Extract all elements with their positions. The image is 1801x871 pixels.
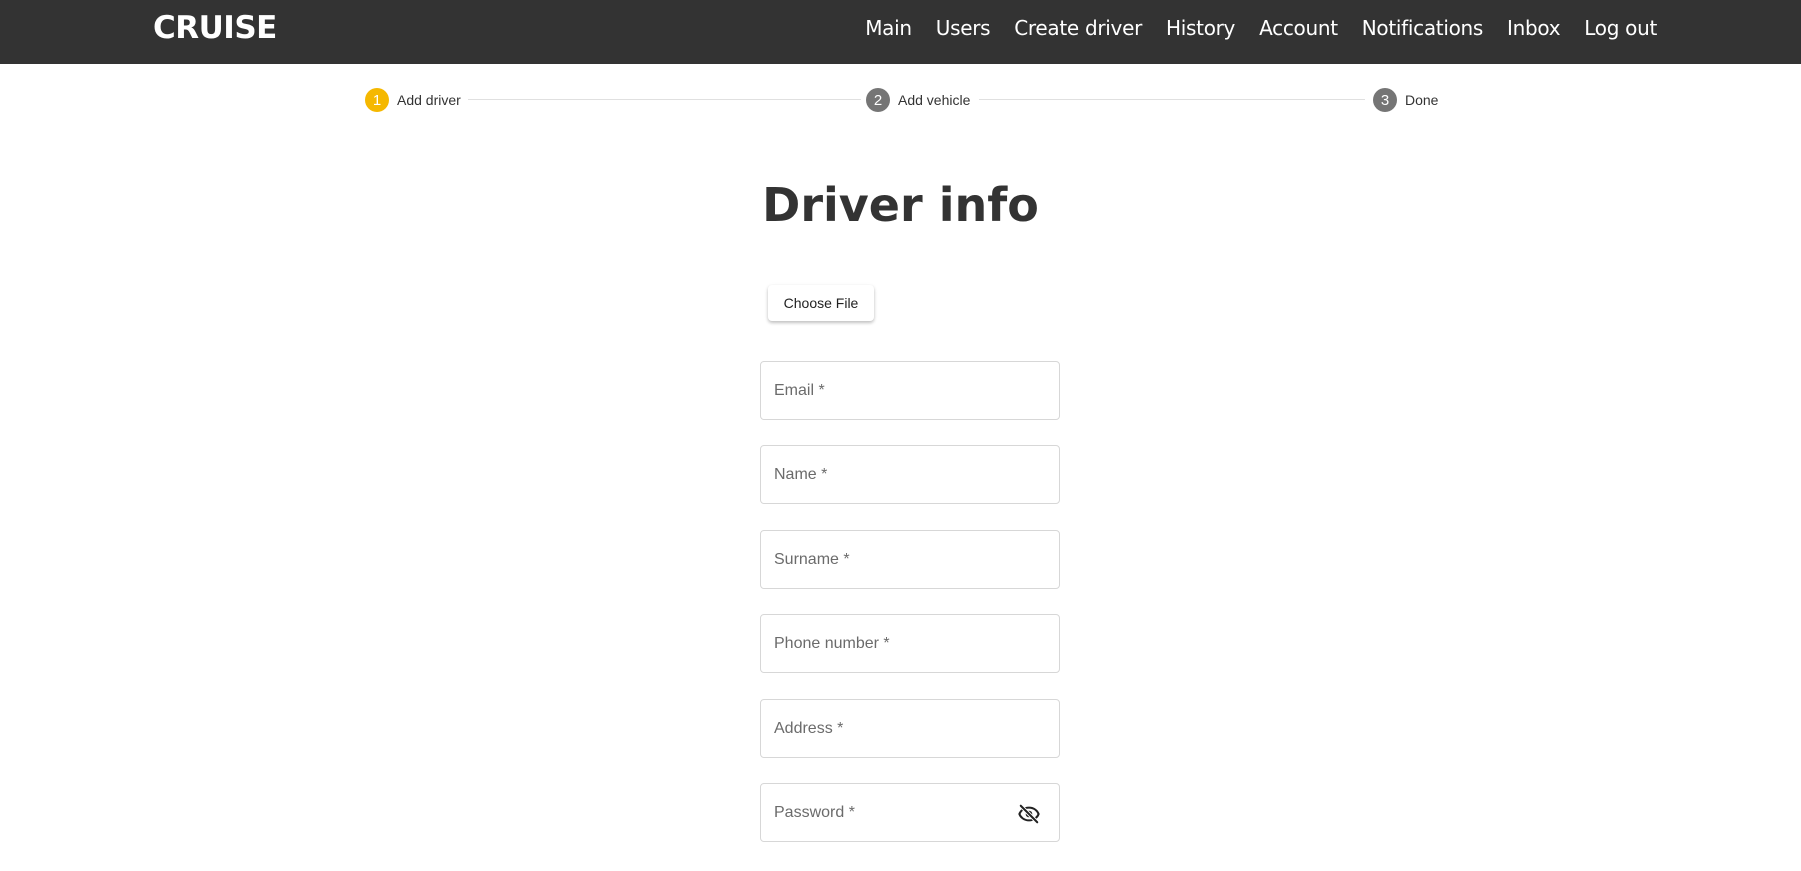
nav-link-users[interactable]: Users [936,16,991,40]
phone-number-input[interactable] [761,615,1059,672]
password-input[interactable] [761,784,1059,841]
step-label: Add vehicle [898,92,971,108]
nav-links: Main Users Create driver History Account… [865,16,1657,40]
step-number-badge: 3 [1373,88,1397,112]
top-navbar: CRUISE Main Users Create driver History … [0,0,1801,64]
email-input[interactable] [761,362,1059,419]
step-connector [979,99,1365,100]
stepper: 1 Add driver 2 Add vehicle 3 Done [365,88,1438,112]
surname-field[interactable] [760,530,1060,589]
logo[interactable]: CRUISE [153,10,277,46]
choose-file-button[interactable]: Choose File [768,285,874,321]
nav-link-main[interactable]: Main [865,16,912,40]
surname-input[interactable] [761,531,1059,588]
name-input[interactable] [761,446,1059,503]
email-field[interactable] [760,361,1060,420]
step-add-driver[interactable]: 1 Add driver [365,88,461,112]
page-title: Driver info [762,178,1039,232]
step-label: Add driver [397,92,461,108]
step-add-vehicle[interactable]: 2 Add vehicle [866,88,970,112]
step-done[interactable]: 3 Done [1373,88,1438,112]
nav-link-account[interactable]: Account [1259,16,1338,40]
name-field[interactable] [760,445,1060,504]
visibility-off-icon[interactable] [1017,803,1041,825]
step-connector [468,99,861,100]
address-input[interactable] [761,700,1059,757]
step-number-badge: 2 [866,88,890,112]
address-field[interactable] [760,699,1060,758]
nav-link-notifications[interactable]: Notifications [1362,16,1484,40]
nav-link-create-driver[interactable]: Create driver [1014,16,1142,40]
step-number-badge: 1 [365,88,389,112]
nav-link-log-out[interactable]: Log out [1584,16,1657,40]
nav-link-inbox[interactable]: Inbox [1507,16,1561,40]
nav-link-history[interactable]: History [1166,16,1235,40]
step-label: Done [1405,92,1439,108]
password-field[interactable] [760,783,1060,842]
phone-number-field[interactable] [760,614,1060,673]
